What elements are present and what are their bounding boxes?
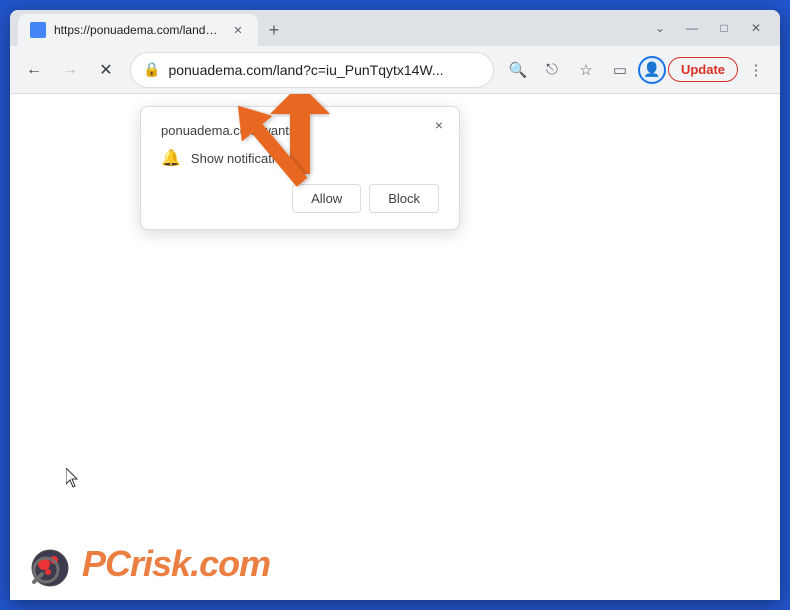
menu-button[interactable]: ⋮ — [740, 54, 772, 86]
mouse-cursor — [66, 468, 78, 486]
tab-favicon — [30, 22, 46, 38]
profile-icon: 👤 — [643, 61, 660, 78]
bookmark-button[interactable]: ☆ — [570, 54, 602, 86]
share-icon: ⎋ — [546, 61, 558, 78]
profile-button[interactable]: 👤 — [638, 56, 666, 84]
toolbar-icons: 🔍 ⎋ ☆ ▭ 👤 Update ⋮ — [502, 54, 772, 86]
tab-title: https://ponuadema.com/land?c= × — [54, 23, 222, 37]
back-button[interactable]: ← — [18, 54, 50, 86]
notification-popup: × ponuadema.com wants to 🔔 Show notifica… — [140, 106, 460, 230]
menu-icon: ⋮ — [749, 61, 764, 79]
lock-icon: 🔒 — [143, 61, 160, 78]
browser-window: https://ponuadema.com/land?c= × ✕ + ⌄ — … — [10, 10, 780, 600]
search-icon-button[interactable]: 🔍 — [502, 54, 534, 86]
search-icon: 🔍 — [509, 61, 528, 79]
popup-close-button[interactable]: × — [429, 115, 449, 135]
bell-icon: 🔔 — [161, 148, 181, 168]
address-bar[interactable]: 🔒 ponuadema.com/land?c=iu_PunTqytx14W... — [130, 52, 494, 88]
maximize-button[interactable]: □ — [708, 14, 740, 42]
tab-bar: https://ponuadema.com/land?c= × ✕ + ⌄ — … — [10, 10, 780, 46]
allow-button[interactable]: Allow — [292, 184, 361, 213]
permission-text: Show notifications — [191, 151, 296, 166]
split-view-button[interactable]: ▭ — [604, 54, 636, 86]
new-tab-button[interactable]: + — [260, 16, 288, 44]
tab-close-button[interactable]: ✕ — [230, 22, 246, 38]
bookmark-icon: ☆ — [579, 61, 592, 79]
split-view-icon: ▭ — [613, 61, 627, 79]
active-tab[interactable]: https://ponuadema.com/land?c= × ✕ — [18, 14, 258, 46]
share-button[interactable]: ⎋ — [536, 54, 568, 86]
watermark: PCrisk.com — [26, 540, 270, 588]
content-area: × ponuadema.com wants to 🔔 Show notifica… — [10, 94, 780, 600]
popup-permission-row: 🔔 Show notifications — [161, 148, 439, 168]
pcrisk-logo-icon — [26, 540, 74, 588]
close-button[interactable]: ✕ — [740, 14, 772, 42]
window-controls: ⌄ — □ ✕ — [644, 14, 772, 46]
popup-buttons: Allow Block — [161, 184, 439, 213]
update-button[interactable]: Update — [668, 57, 738, 82]
minimize-button[interactable]: — — [676, 14, 708, 42]
popup-title: ponuadema.com wants to — [161, 123, 439, 138]
pcrisk-brand-text: PCrisk.com — [82, 543, 270, 585]
block-button[interactable]: Block — [369, 184, 439, 213]
reload-button[interactable]: ✕ — [90, 54, 122, 86]
chevron-down-button[interactable]: ⌄ — [644, 14, 676, 42]
forward-button[interactable]: → — [54, 54, 86, 86]
url-text: ponuadema.com/land?c=iu_PunTqytx14W... — [168, 62, 481, 78]
toolbar: ← → ✕ 🔒 ponuadema.com/land?c=iu_PunTqytx… — [10, 46, 780, 94]
